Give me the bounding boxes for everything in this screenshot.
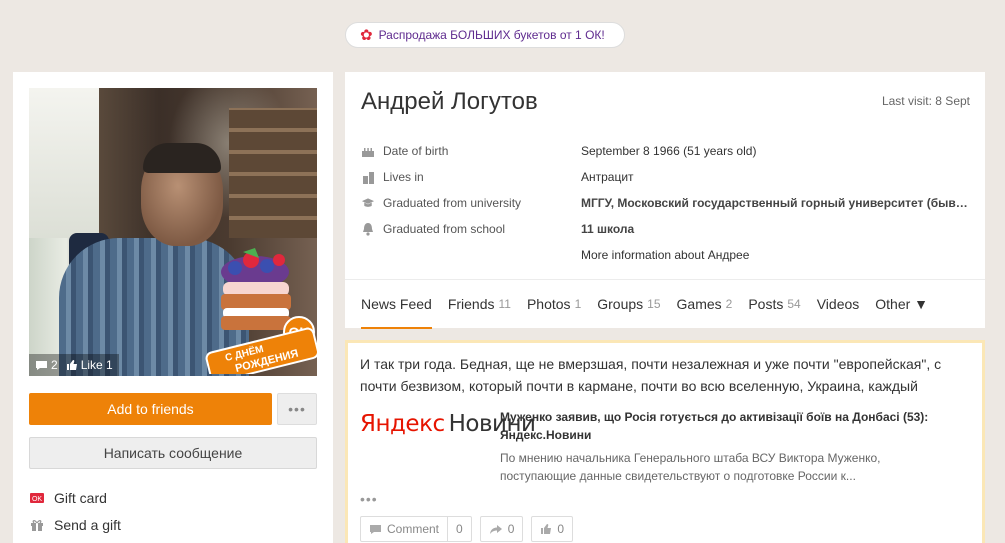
- photo-comments[interactable]: 2: [35, 358, 58, 372]
- school-bell-icon: [361, 222, 375, 236]
- gift-icon: [29, 517, 45, 533]
- city-icon: [361, 170, 375, 184]
- photo-like[interactable]: Like 1: [66, 358, 113, 372]
- tab-other[interactable]: Other ▼: [875, 280, 928, 329]
- profile-info: Date of birth September 8 1966 (51 years…: [361, 138, 973, 268]
- gift-card-icon: OK: [29, 490, 45, 506]
- info-value-university[interactable]: МГГУ, Московский государственный горный …: [581, 196, 971, 210]
- tab-photos[interactable]: Photos 1: [527, 280, 581, 329]
- flower-icon: ✿: [360, 26, 373, 44]
- svg-text:OK: OK: [32, 496, 42, 503]
- write-message-button[interactable]: Написать сообщение: [29, 437, 317, 469]
- tab-videos[interactable]: Videos: [817, 280, 860, 329]
- add-to-friends-button[interactable]: Add to friends: [29, 393, 272, 425]
- post-text[interactable]: И так три года. Бедная, ще не вмерзшая, …: [360, 353, 970, 397]
- thumbs-up-icon: [66, 360, 77, 370]
- info-row-more: More information about Андрее: [361, 242, 973, 268]
- news-title-link[interactable]: Муженко заявив, що Росія готується до ак…: [500, 408, 940, 444]
- thumbs-up-icon: [541, 524, 552, 534]
- tab-news-feed[interactable]: News Feed: [361, 280, 432, 329]
- info-row-school: Graduated from school 11 школа: [361, 216, 973, 242]
- tab-posts[interactable]: Posts 54: [748, 280, 800, 329]
- photo-stats: 2 Like 1: [29, 354, 119, 376]
- graduation-cap-icon: [361, 196, 375, 210]
- info-value-school[interactable]: 11 школа: [581, 222, 971, 236]
- post-more-dots[interactable]: •••: [360, 491, 378, 507]
- share-button[interactable]: 0: [479, 516, 524, 542]
- yandex-news-logo[interactable]: Яндекс Новини: [360, 409, 536, 439]
- promo-banner[interactable]: ✿ Распродажа БОЛЬШИХ букетов от 1 ОК!: [345, 22, 625, 48]
- info-row-city: Lives in Антрацит: [361, 164, 973, 190]
- profile-name: Андрей Логутов: [361, 88, 538, 115]
- info-row-birth: Date of birth September 8 1966 (51 years…: [361, 138, 973, 164]
- post-actions: Comment 0 0 0: [360, 516, 574, 542]
- last-visit: Last visit: 8 Sept: [881, 94, 970, 108]
- side-links: OK Gift card Send a gift: [29, 484, 121, 538]
- tab-friends[interactable]: Friends 11: [448, 280, 511, 329]
- birthday-cake-sticker: OK С ДНЁМ РОЖДЕНИЯ: [205, 248, 317, 374]
- gift-card-link[interactable]: OK Gift card: [29, 484, 121, 511]
- info-value-city: Антрацит: [581, 170, 634, 184]
- more-actions-button[interactable]: •••: [277, 393, 317, 425]
- birthday-cake-icon: [361, 144, 375, 158]
- share-icon: [489, 524, 502, 534]
- feed-post: И так три года. Бедная, ще не вмерзшая, …: [345, 340, 985, 543]
- profile-photo[interactable]: OK С ДНЁМ РОЖДЕНИЯ 2 Like 1: [29, 88, 317, 376]
- profile-sidebar: OK С ДНЁМ РОЖДЕНИЯ 2 Like 1 Add to frien…: [13, 72, 333, 543]
- profile-tabs: News Feed Friends 11 Photos 1 Groups 15 Gam…: [345, 279, 985, 329]
- info-value-birth: September 8 1966 (51 years old): [581, 144, 757, 158]
- more-info-link[interactable]: More information about Андрее: [581, 248, 971, 262]
- comment-button[interactable]: Comment 0: [360, 516, 472, 542]
- comment-icon: [370, 524, 381, 534]
- tab-groups[interactable]: Groups 15: [597, 280, 660, 329]
- like-button[interactable]: 0: [531, 516, 574, 542]
- send-gift-link[interactable]: Send a gift: [29, 511, 121, 538]
- promo-text: Распродажа БОЛЬШИХ букетов от 1 ОК!: [378, 28, 605, 42]
- news-snippet: По мнению начальника Генерального штаба …: [500, 451, 881, 483]
- tab-games[interactable]: Games 2: [677, 280, 733, 329]
- info-row-university: Graduated from university МГГУ, Московск…: [361, 190, 973, 216]
- profile-card: Андрей Логутов Last visit: 8 Sept Date o…: [345, 72, 985, 329]
- comment-icon: [36, 360, 47, 370]
